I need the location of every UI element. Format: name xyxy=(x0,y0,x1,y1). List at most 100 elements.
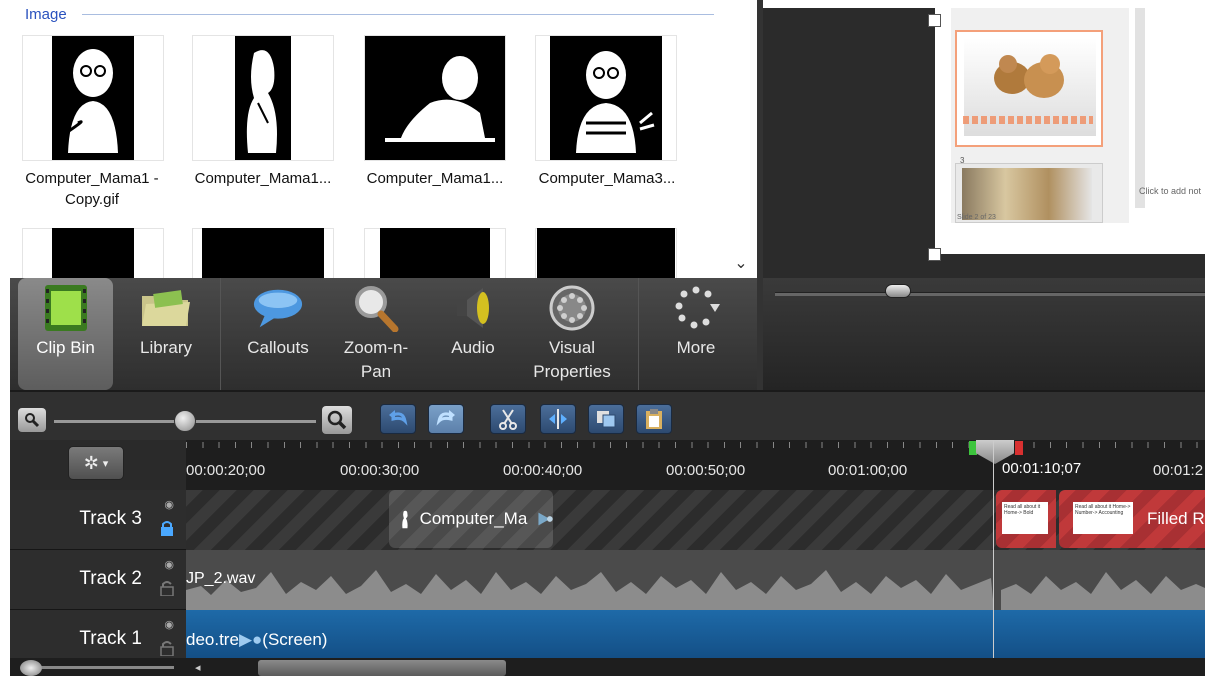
tick-label: 00:01:00;00 xyxy=(828,462,908,479)
clip-bin-tab[interactable]: Clip Bin xyxy=(18,278,113,390)
undo-icon xyxy=(389,410,408,426)
selection-out-marker[interactable] xyxy=(1015,441,1023,455)
scissors-icon xyxy=(499,409,517,430)
film-strip-icon xyxy=(40,282,92,334)
track-lane[interactable]: Computer_Ma Read all about it Home-> Bol… xyxy=(186,490,1205,550)
paste-button[interactable] xyxy=(636,404,672,434)
horizontal-scrollbar-thumb[interactable] xyxy=(258,660,506,676)
zoom-out-button[interactable] xyxy=(18,408,46,432)
clip-thumbnail-1[interactable] xyxy=(22,35,164,161)
transition-icon: ▶● xyxy=(238,630,263,649)
timeline-toolbar xyxy=(10,390,1205,440)
track-height-knob[interactable] xyxy=(20,660,42,676)
clipboard-icon xyxy=(646,409,662,429)
track-header: Track 1 ◉ xyxy=(10,610,186,660)
clip-thumbnail: Read all about it Home-> Bold xyxy=(1002,502,1048,534)
audio-waveform[interactable] xyxy=(186,550,1205,610)
tool-label: Audio xyxy=(451,338,495,357)
lock-icon[interactable] xyxy=(160,520,174,536)
selection-in-marker[interactable] xyxy=(969,441,977,455)
magnifier-icon xyxy=(327,410,347,430)
audio-tab[interactable]: Audio xyxy=(428,278,518,390)
split-button[interactable] xyxy=(540,404,576,434)
tool-label: Callouts xyxy=(247,338,309,357)
track-lane[interactable]: deo.tre▶●(Screen) xyxy=(186,610,1205,660)
section-title: Image xyxy=(25,6,67,23)
unlock-icon[interactable] xyxy=(160,580,174,596)
track-lane[interactable]: JP_2.wav xyxy=(186,550,1205,610)
copy-button[interactable] xyxy=(588,404,624,434)
clip-thumbnail-4[interactable] xyxy=(535,35,677,161)
crop-handle[interactable] xyxy=(928,248,941,261)
slide-thumbnail xyxy=(955,30,1103,147)
timeline-zoom-knob[interactable] xyxy=(174,410,196,432)
mama-drawing-image xyxy=(550,36,662,160)
tools-divider xyxy=(220,278,221,390)
figure-icon xyxy=(402,510,408,529)
library-tab[interactable]: Library xyxy=(120,278,212,390)
scroll-left-icon[interactable]: ◂ xyxy=(195,661,201,674)
track-height-slider[interactable] xyxy=(30,666,174,669)
crop-handle[interactable] xyxy=(928,14,941,27)
folder-icon xyxy=(140,282,192,334)
track-header: Track 2 ◉ xyxy=(10,550,186,610)
clip-thumbnail-2[interactable] xyxy=(192,35,334,161)
more-tab[interactable]: More xyxy=(650,278,742,390)
preview-canvas: 2 3 Slide 2 of 23 Click to add not xyxy=(763,8,1205,278)
copy-icon xyxy=(597,411,616,428)
tool-label: Visual xyxy=(549,338,595,357)
transition-icon xyxy=(538,512,553,526)
playhead-time: 00:01:10;07 xyxy=(1002,460,1082,477)
track-3: Track 3 ◉ Computer_Ma Read all about it … xyxy=(10,490,1205,550)
clip-name: deo.tre xyxy=(186,630,239,649)
clip-thumbnail-3[interactable] xyxy=(364,35,506,161)
callouts-tab[interactable]: Callouts xyxy=(232,278,324,390)
chevron-down-icon[interactable]: ⌄ xyxy=(728,252,754,276)
clip-thumbnail-6[interactable] xyxy=(192,228,334,278)
zoom-n-pan-tab[interactable]: Zoom-n- Pan xyxy=(328,278,424,390)
eye-icon[interactable]: ◉ xyxy=(164,558,174,571)
clip-name: Computer_Mama1... xyxy=(366,170,504,187)
video-clip[interactable]: deo.tre▶●(Screen) xyxy=(186,630,327,650)
visual-properties-tab[interactable]: Visual Properties xyxy=(520,278,624,390)
eye-icon[interactable]: ◉ xyxy=(164,618,174,631)
timeline-settings-button[interactable]: ✲ ▾ xyxy=(68,446,124,480)
redo-button[interactable] xyxy=(428,404,464,434)
speaker-icon xyxy=(447,282,499,334)
slide-status: Slide 2 of 23 xyxy=(957,214,996,221)
tool-label: More xyxy=(676,338,716,357)
image-clip[interactable]: Computer_Ma xyxy=(389,490,553,548)
timeline-footer: ◂ xyxy=(10,658,1205,676)
undo-button[interactable] xyxy=(380,404,416,434)
ruler-ticks xyxy=(186,442,1205,448)
tool-label-line2: Properties xyxy=(533,362,611,381)
film-reel-icon xyxy=(546,282,598,334)
callout-clip[interactable]: Read all about it Home-> Bold xyxy=(996,490,1056,548)
gear-icon: ✲ xyxy=(83,452,99,473)
cut-button[interactable] xyxy=(490,404,526,434)
clip-name: Computer_Ma xyxy=(419,509,528,528)
unlock-icon[interactable] xyxy=(160,640,174,656)
time-ruler[interactable]: 00:00:20;00 00:00:30;00 00:00:40;00 00:0… xyxy=(186,440,1205,490)
eye-icon[interactable]: ◉ xyxy=(164,498,174,511)
clip-thumbnail-8[interactable] xyxy=(535,228,677,278)
slide-text xyxy=(963,116,1093,124)
tool-label: Clip Bin xyxy=(36,338,95,357)
track-1: Track 1 ◉ deo.tre▶●(Screen) xyxy=(10,610,1205,660)
clip-thumbnail-5[interactable] xyxy=(22,228,164,278)
notes-placeholder: Click to add not xyxy=(1139,186,1202,196)
tick-label: 00:00:40;00 xyxy=(503,462,583,479)
playback-scrub-knob[interactable] xyxy=(885,284,911,298)
split-icon xyxy=(549,409,567,429)
magnifier-icon xyxy=(350,282,402,334)
mama-drawing-image xyxy=(235,36,291,160)
zoom-in-button[interactable] xyxy=(322,406,352,434)
playback-scrub-track[interactable] xyxy=(775,292,1205,296)
callout-clip[interactable]: Read all about it Home-> Number-> Accoun… xyxy=(1059,490,1205,548)
tick-label: 00:00:20;00 xyxy=(186,462,266,479)
scrollbar xyxy=(1135,8,1145,208)
track-header: Track 3 ◉ xyxy=(10,490,186,550)
magnifier-icon xyxy=(25,413,40,428)
clip-thumbnail-7[interactable] xyxy=(364,228,506,278)
slide-image xyxy=(962,168,1092,220)
